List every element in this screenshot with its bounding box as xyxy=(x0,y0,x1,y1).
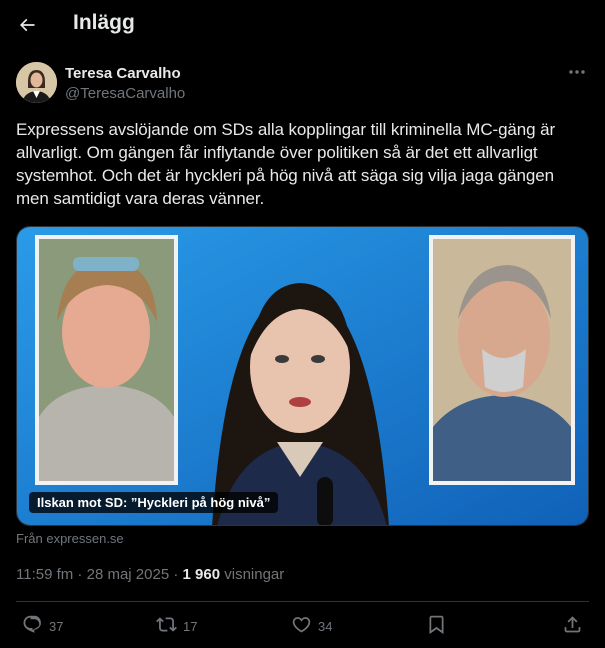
like-count: 34 xyxy=(318,618,333,634)
tweet-author: Teresa Carvalho @TeresaCarvalho xyxy=(16,62,591,106)
views-label: visningar xyxy=(220,566,285,583)
tweet-meta: 11:59 fm · 28 maj 2025 · 1 960 visningar xyxy=(16,566,284,583)
author-handle[interactable]: @TeresaCarvalho xyxy=(65,85,185,102)
page-title: Inlägg xyxy=(73,11,135,34)
share-icon xyxy=(562,614,583,638)
reply-button[interactable]: 37 xyxy=(22,612,63,640)
divider xyxy=(16,601,589,602)
tweet-text: Expressens avslöjande om SDs alla koppli… xyxy=(16,120,556,208)
article-image xyxy=(17,227,588,525)
reply-count: 37 xyxy=(49,618,64,634)
avatar[interactable] xyxy=(16,62,57,103)
link-source[interactable]: Från expressen.se xyxy=(16,531,124,546)
post-date[interactable]: 28 maj 2025 xyxy=(87,566,170,583)
card-caption: Ilskan mot SD: ”Hyckleri på hög nivå” xyxy=(29,492,279,513)
meta-separator: · xyxy=(73,566,87,583)
bookmark-button[interactable] xyxy=(426,612,447,640)
link-card-image[interactable]: Ilskan mot SD: ”Hyckleri på hög nivå” xyxy=(16,226,589,526)
heart-icon xyxy=(291,614,312,638)
share-button[interactable] xyxy=(562,612,583,640)
more-horizontal-icon[interactable] xyxy=(567,64,587,80)
bookmark-icon xyxy=(426,614,447,638)
repost-icon xyxy=(156,614,177,638)
views-count: 1 960 xyxy=(182,566,221,583)
repost-count: 17 xyxy=(183,618,198,634)
like-button[interactable]: 34 xyxy=(291,612,332,640)
repost-button[interactable]: 17 xyxy=(156,612,197,640)
post-time[interactable]: 11:59 fm xyxy=(16,566,73,583)
reply-icon xyxy=(22,614,43,638)
author-name[interactable]: Teresa Carvalho xyxy=(65,65,181,82)
meta-separator-2: · xyxy=(169,566,183,583)
action-bar: 37 17 34 xyxy=(16,612,589,640)
top-bar: Inlägg xyxy=(0,0,605,50)
back-arrow-icon[interactable] xyxy=(16,14,38,36)
